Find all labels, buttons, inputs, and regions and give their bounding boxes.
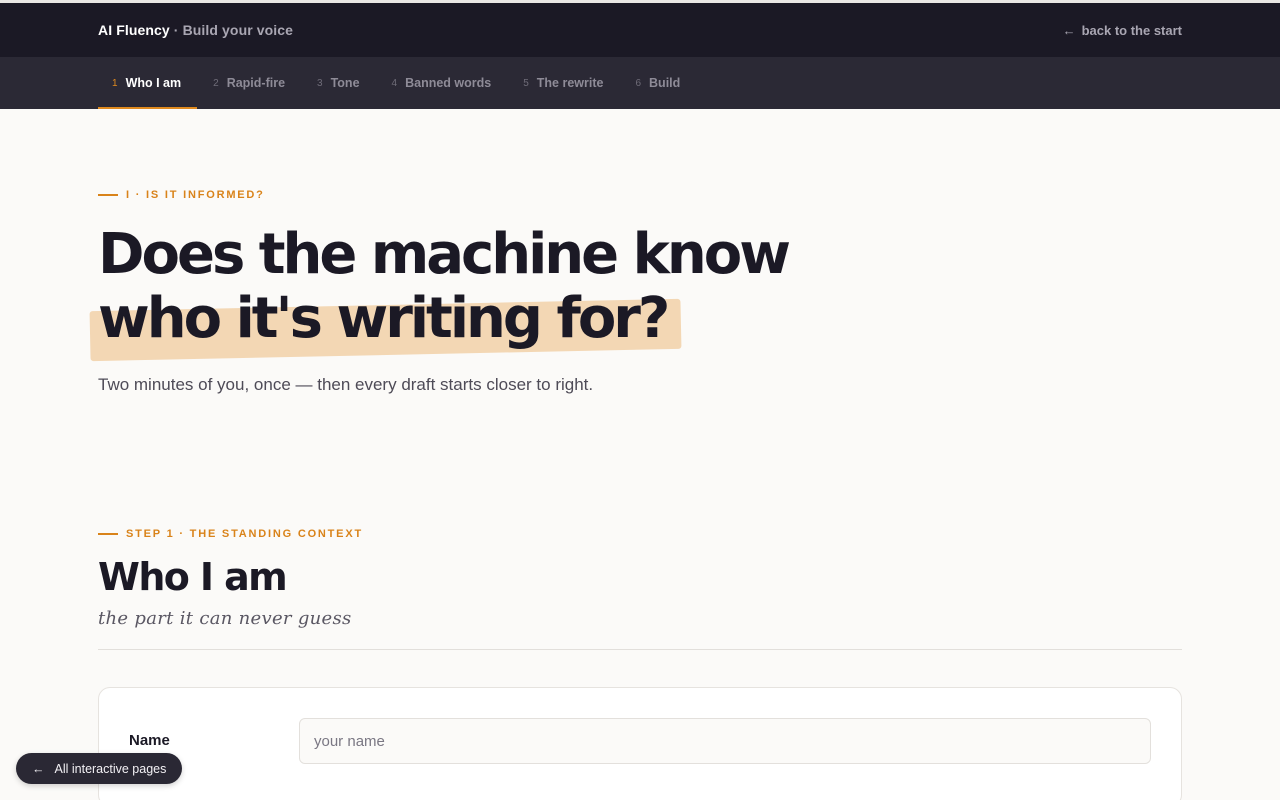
section-eyebrow: STEP 1 · THE STANDING CONTEXT	[98, 528, 1182, 540]
eyebrow-dash	[98, 194, 118, 196]
brand-separator: ·	[173, 22, 179, 38]
hero-title: Does the machine know who it's writing f…	[89, 222, 1182, 362]
steps-nav: 1 Who I am 2 Rapid-fire 3 Tone 4 Banned …	[0, 57, 1280, 109]
section-divider	[98, 649, 1182, 650]
back-link-label: back to the start	[1081, 22, 1182, 38]
step-number: 3	[317, 77, 323, 89]
step-number: 6	[635, 77, 642, 89]
section-title: Who I am	[98, 555, 288, 599]
hero-subtitle: Two minutes of you, once — then every dr…	[98, 375, 594, 394]
step-label: Build	[649, 76, 681, 90]
hero-title-line2-text: who it's writing for?	[98, 286, 670, 351]
hero-title-line2: who it's writing for?	[89, 286, 682, 362]
step-number: 4	[391, 77, 398, 89]
name-input[interactable]	[299, 718, 1151, 764]
step-label: Rapid-fire	[226, 76, 286, 90]
brand-name: AI Fluency	[98, 22, 170, 38]
eyebrow-dash	[98, 533, 118, 535]
hero-eyebrow: I · IS IT INFORMED?	[98, 189, 1182, 201]
section-eyebrow-text: STEP 1 · THE STANDING CONTEXT	[126, 528, 363, 540]
hero-title-line1: Does the machine know	[98, 222, 791, 287]
tab-the-rewrite[interactable]: 5 The rewrite	[507, 57, 619, 109]
step-number: 5	[523, 77, 529, 89]
step-label: Tone	[330, 76, 360, 90]
pill-label: All interactive pages	[54, 761, 167, 776]
all-interactive-pages-button[interactable]: ← All interactive pages	[16, 753, 183, 784]
name-label: Name	[129, 732, 170, 749]
tab-who-i-am[interactable]: 1 Who I am	[98, 57, 198, 109]
step-label: The rewrite	[536, 76, 604, 90]
step-number: 2	[213, 77, 219, 89]
main-content: I · IS IT INFORMED? Does the machine kno…	[0, 189, 1280, 800]
app-header: AI Fluency · Build your voice ← back to …	[0, 3, 1280, 57]
who-i-am-card: Name	[98, 687, 1182, 800]
brand: AI Fluency · Build your voice	[98, 22, 293, 38]
step-label: Banned words	[405, 76, 492, 90]
tab-tone[interactable]: 3 Tone	[301, 57, 376, 109]
tab-build[interactable]: 6 Build	[619, 57, 696, 109]
step-label: Who I am	[125, 76, 182, 90]
step-number: 1	[112, 77, 118, 89]
arrow-left-icon: ←	[32, 761, 45, 776]
tab-rapid-fire[interactable]: 2 Rapid-fire	[197, 57, 301, 109]
arrow-left-icon: ←	[1062, 22, 1076, 38]
hero-eyebrow-text: I · IS IT INFORMED?	[126, 189, 265, 201]
back-to-start-link[interactable]: ← back to the start	[1063, 23, 1182, 38]
brand-subtitle: Build your voice	[182, 22, 294, 38]
section-subtitle: the part it can never guess	[98, 608, 352, 629]
tab-banned-words[interactable]: 4 Banned words	[376, 57, 508, 109]
